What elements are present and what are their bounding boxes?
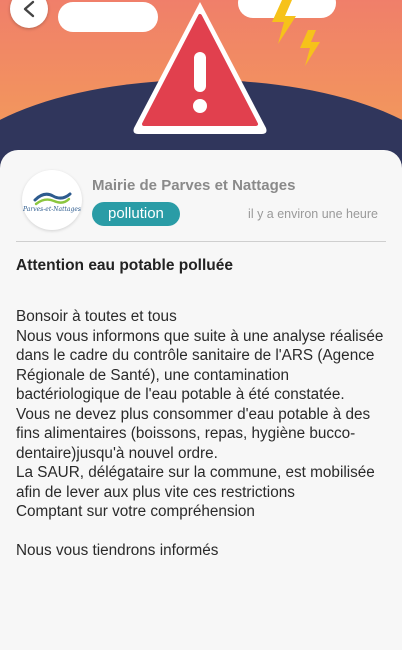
sender-name: Mairie de Parves et Nattages xyxy=(92,177,296,194)
timestamp: il y a environ une heure xyxy=(248,207,378,221)
divider xyxy=(16,241,386,242)
warning-triangle-icon xyxy=(133,2,267,134)
sender-logo: Parves-et-Nattages xyxy=(22,170,82,230)
notification-card: Parves-et-Nattages Mairie de Parves et N… xyxy=(0,150,402,650)
notification-title: Attention eau potable polluée xyxy=(16,257,234,274)
lightning-bolt-icon xyxy=(272,0,320,66)
notification-body: Bonsoir à toutes et tous Nous vous infor… xyxy=(16,308,384,559)
category-badge: pollution xyxy=(92,202,180,226)
chevron-left-icon xyxy=(23,0,35,18)
back-button[interactable] xyxy=(10,0,48,28)
logo-waves-icon xyxy=(33,192,72,206)
logo-text: Parves-et-Nattages xyxy=(23,206,81,213)
